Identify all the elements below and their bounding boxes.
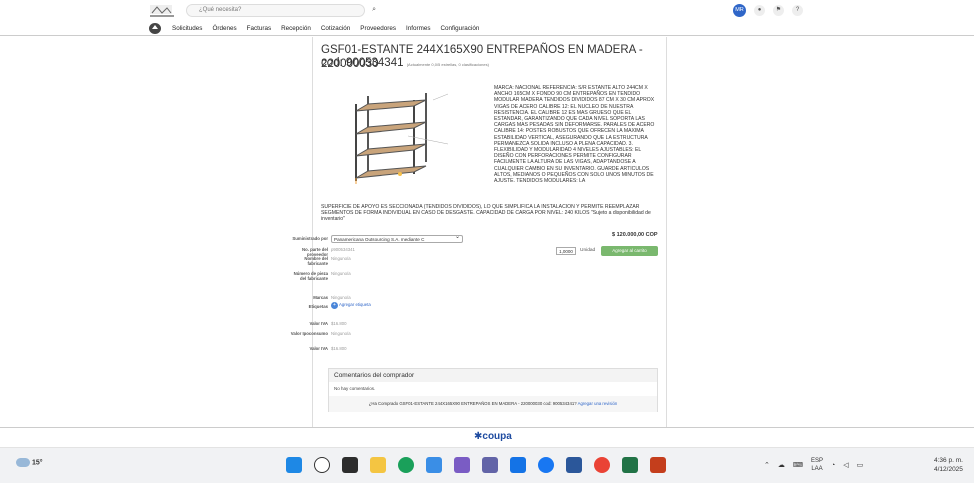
nav-ordenes[interactable]: Órdenes [212, 25, 236, 32]
search-icon[interactable]: ⌕ [372, 6, 376, 14]
start-icon[interactable] [286, 457, 302, 473]
teams-icon[interactable] [454, 457, 470, 473]
tags-label: Etiquetas [308, 304, 328, 309]
supplier-label: Suministrado por [292, 236, 328, 241]
word-icon[interactable] [566, 457, 582, 473]
unit-label: Unidad [580, 248, 596, 253]
product-description: MARCA: NACIONAL REFERENCIA: S/R ESTANTE … [494, 85, 655, 185]
manufacturer-value: Ninguno/a [331, 256, 351, 261]
clock[interactable]: 4:36 p. m. 4/12/2025 [934, 456, 963, 474]
manufacturer-part-value: Ninguno/a [331, 271, 351, 276]
add-review-link[interactable]: Agregar una revisión [578, 401, 618, 406]
product-image [338, 86, 468, 206]
weather-widget[interactable]: 15° [16, 458, 43, 467]
keyboard-icon[interactable]: ⌨ [793, 461, 803, 469]
vat-label: Valor IVA [309, 321, 328, 326]
page-footer: ✱coupa [0, 427, 974, 447]
chevron-up-icon[interactable]: ⌃ [764, 461, 770, 469]
manufacturer-label: Nombre del fabricante [304, 256, 328, 266]
add-tag-link[interactable]: + Agregar etiqueta [331, 302, 371, 309]
powerpoint-icon[interactable] [650, 457, 666, 473]
chrome-profile-icon[interactable] [594, 457, 610, 473]
rating-note: (Actualmente 0,0/5 estrellas, 0 clasific… [406, 62, 489, 67]
search-input[interactable]: ¿Qué necesita? ⌕ [186, 4, 376, 17]
supplier-select[interactable]: Panamericana Outsourcing S.A. mediante C [331, 234, 463, 243]
quantity-input[interactable]: 1,0000 [556, 247, 576, 255]
flag-icon[interactable]: ⚑ [773, 5, 784, 16]
brand-value: Ninguno/a [331, 295, 351, 300]
manufacturer-part-label: Número de pieza del fabricante [293, 271, 328, 281]
add-to-cart-button[interactable]: Agregar al carrito [601, 246, 658, 256]
nav-recepcion[interactable]: Recepción [281, 25, 311, 32]
nav-configuracion[interactable]: Configuración [440, 25, 479, 32]
system-tray: ⌃ ☁ ⌨ ESP LAA ◔ ◁ ▭ [764, 457, 863, 473]
product-code: cod: 900534341 (Actualmente 0,0/5 estrel… [321, 57, 489, 69]
product-description-continued: SUPERFICIE DE APOYO ES SECCIONADA (TENDI… [321, 204, 651, 223]
nav-proveedores[interactable]: Proveedores [360, 25, 396, 32]
no-comments-text: No hay comentarios. [334, 386, 376, 391]
comments-title: Comentarios del comprador [329, 369, 657, 382]
windows-taskbar: 15° ⌃ ☁ ⌨ ESP LAA ◔ ◁ ▭ 4:36 p. m. 4/12/… [0, 447, 974, 483]
nav-solicitudes[interactable]: Solicitudes [172, 25, 202, 32]
keyboard-layout: LAA [811, 466, 823, 472]
user-area: MR ● ⚑ ? [733, 4, 803, 17]
nav-facturas[interactable]: Facturas [247, 25, 272, 32]
review-prompt: ¿Ha Comprado GSF01-ESTANTE 244X165X90 EN… [329, 396, 657, 412]
supplier-value: Panamericana Outsourcing S.A. mediante C [334, 237, 425, 242]
task-view-icon[interactable] [342, 457, 358, 473]
onedrive-tray-icon[interactable]: ☁ [778, 461, 785, 469]
excel-icon[interactable] [622, 457, 638, 473]
date: 4/12/2025 [934, 466, 963, 473]
product-price: $ 120.000,00 COP [612, 232, 658, 238]
coupa-logo: ✱coupa [474, 431, 512, 442]
vat-label-2: Valor IVA [309, 346, 328, 351]
time: 4:36 p. m. [934, 457, 963, 464]
onedrive-icon[interactable] [510, 457, 526, 473]
buyer-comments-panel: Comentarios del comprador No hay comenta… [328, 368, 658, 412]
help-icon[interactable]: ? [792, 5, 803, 16]
tag-icon: + [331, 302, 338, 309]
wifi-icon[interactable]: ◔ [831, 462, 835, 469]
home-icon[interactable] [149, 23, 161, 34]
volume-icon[interactable]: ◁ [843, 461, 848, 469]
company-logo[interactable] [147, 3, 177, 18]
main-navigation: Solicitudes Órdenes Facturas Recepción C… [0, 22, 974, 36]
ipoconsumo-value: Ninguno/a [331, 331, 351, 336]
edge-icon[interactable] [426, 457, 442, 473]
brand-label: Marcas [313, 295, 328, 300]
add-tag-text: Agregar etiqueta [338, 302, 371, 307]
battery-icon[interactable]: ▭ [857, 461, 864, 469]
product-code-value: cod: 900534341 [321, 57, 404, 69]
vat-value: $16.800 [331, 321, 347, 326]
user-avatar[interactable]: MR [733, 4, 746, 17]
top-header: ¿Qué necesita? ⌕ MR ● ⚑ ? [0, 0, 974, 22]
language-indicator[interactable]: ESP LAA [811, 457, 823, 473]
browser-icon[interactable] [538, 457, 554, 473]
language-code: ESP [810, 458, 823, 464]
temperature: 15° [32, 459, 43, 467]
search-taskbar-icon[interactable] [314, 457, 330, 473]
notifications-icon[interactable]: ● [754, 5, 765, 16]
nav-cotizacion[interactable]: Cotización [321, 25, 350, 32]
nav-informes[interactable]: Informes [406, 25, 431, 32]
part-number-value: p900534341 [331, 247, 355, 252]
coupa-brand-text: coupa [482, 431, 512, 442]
taskbar-apps [286, 457, 666, 473]
file-explorer-icon[interactable] [370, 457, 386, 473]
chrome-icon[interactable] [398, 457, 414, 473]
search-placeholder: ¿Qué necesita? [199, 7, 242, 13]
ipoconsumo-label: Valor Ipoconsumo [290, 331, 328, 336]
vat-value-2: $16.800 [331, 346, 347, 351]
review-question: ¿Ha Comprado GSF01-ESTANTE 244X165X90 EN… [368, 401, 577, 406]
app-icon[interactable] [482, 457, 498, 473]
cloud-icon [16, 458, 30, 467]
